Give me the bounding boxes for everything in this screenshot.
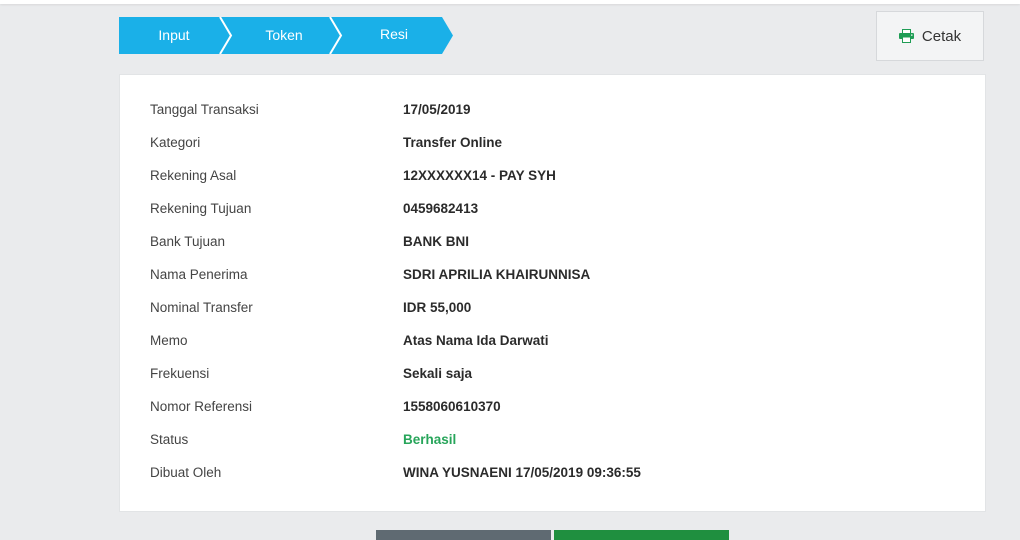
row-label: Memo [150,333,188,348]
row-value: 0459682413 [403,201,479,216]
step-resi: Resi [379,26,408,42]
row-value: 1558060610370 [403,399,501,414]
receipt-card: Tanggal Transaksi 17/05/2019 Kategori Tr… [119,74,986,512]
row-label: Nomor Referensi [150,399,253,414]
row-value: Atas Nama Ida Darwati [403,333,549,348]
print-button-label: Cetak [921,27,962,45]
printer-icon [898,29,914,43]
row-label: Kategori [150,135,201,150]
row-value: IDR 55,000 [403,300,472,315]
row-label: Rekening Tujuan [150,201,252,216]
row-value: WINA YUSNAENI 17/05/2019 09:36:55 [403,465,641,480]
step-input: Input [158,27,190,43]
row-value: 17/05/2019 [403,102,471,117]
row-value: 12XXXXXX14 - PAY SYH [403,168,556,183]
row-label: Nama Penerima [150,267,248,282]
row-label: Tanggal Transaksi [150,102,259,117]
row-label: Frekuensi [150,366,210,381]
row-value: Sekali saja [403,366,473,381]
row-label: Rekening Asal [150,168,237,183]
row-value: BANK BNI [403,234,469,249]
status-badge: Berhasil [403,432,457,447]
back-button[interactable] [376,530,551,540]
step-indicator: Input Token Resi [119,17,459,54]
row-value: SDRI APRILIA KHAIRUNNISA [403,267,591,282]
row-label: Bank Tujuan [150,234,226,249]
step-token: Token [265,27,303,43]
print-button[interactable]: Cetak [876,11,984,61]
row-label: Nominal Transfer [150,300,253,315]
top-header-strip [0,0,1020,4]
row-label: Status [150,432,189,447]
row-value: Transfer Online [403,135,503,150]
row-label: Dibuat Oleh [150,465,222,480]
finish-button[interactable] [554,530,729,540]
